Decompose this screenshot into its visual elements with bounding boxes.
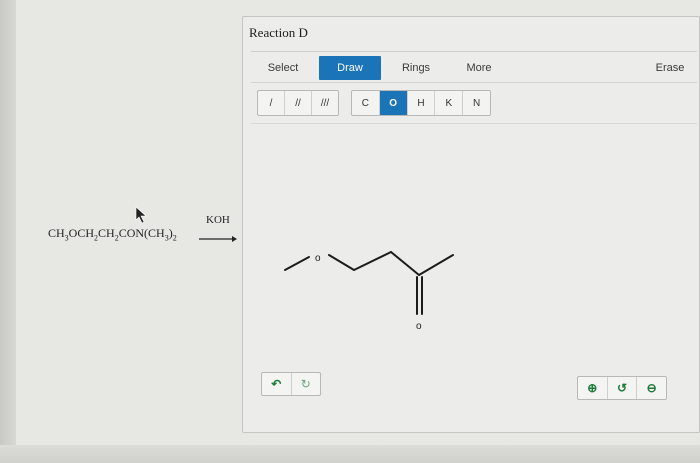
- reaction-d-panel: Reaction D Select Draw Rings More Erase …: [242, 16, 700, 433]
- oxygen-atom-2: o: [416, 321, 422, 332]
- atom-tools: C O H K N: [351, 90, 491, 116]
- reagent-label: KOH: [206, 214, 230, 226]
- tab-rings[interactable]: Rings: [391, 56, 441, 80]
- redo-icon[interactable]: ↻: [292, 373, 321, 395]
- reset-view-icon[interactable]: ↺: [608, 377, 638, 399]
- toolbar-divider: [251, 82, 697, 83]
- reaction-arrow: [199, 236, 237, 242]
- mouse-cursor-icon: [135, 206, 147, 224]
- tab-draw[interactable]: Draw: [319, 56, 381, 80]
- bond-tools: / // ///: [257, 90, 339, 116]
- reactant-formula: CH3OCH2CH2CON(CH3)2: [48, 226, 177, 243]
- bond-3: [353, 251, 392, 271]
- atom-o-button[interactable]: O: [379, 91, 408, 115]
- bond-4: [390, 251, 420, 276]
- bond-5: [418, 254, 454, 276]
- single-bond-button[interactable]: /: [258, 91, 285, 115]
- zoom-in-icon[interactable]: ⊕: [578, 377, 608, 399]
- panel-title: Reaction D: [249, 25, 308, 40]
- zoom-tools: ⊕ ↺ ⊖: [577, 376, 667, 400]
- atom-h-button[interactable]: H: [408, 91, 436, 115]
- atom-c-button[interactable]: C: [352, 91, 380, 115]
- undo-icon[interactable]: ↶: [262, 373, 292, 395]
- tab-select[interactable]: Select: [257, 56, 309, 80]
- tab-more[interactable]: More: [451, 56, 507, 80]
- screen-bezel: [0, 0, 16, 463]
- double-bond-button[interactable]: //: [285, 91, 312, 115]
- zoom-out-icon[interactable]: ⊖: [637, 377, 666, 399]
- bond-2: [328, 254, 355, 271]
- page-bottom-edge: [0, 445, 700, 463]
- triple-bond-button[interactable]: ///: [312, 91, 338, 115]
- oxygen-atom-1: o: [315, 253, 321, 264]
- bond-1: [284, 256, 310, 271]
- atom-n-button[interactable]: N: [463, 91, 490, 115]
- atom-k-button[interactable]: K: [435, 91, 464, 115]
- history-tools: ↶ ↻: [261, 372, 321, 396]
- canvas-divider: [251, 123, 697, 124]
- drawing-canvas[interactable]: o o: [251, 127, 697, 367]
- erase-button[interactable]: Erase: [643, 56, 697, 80]
